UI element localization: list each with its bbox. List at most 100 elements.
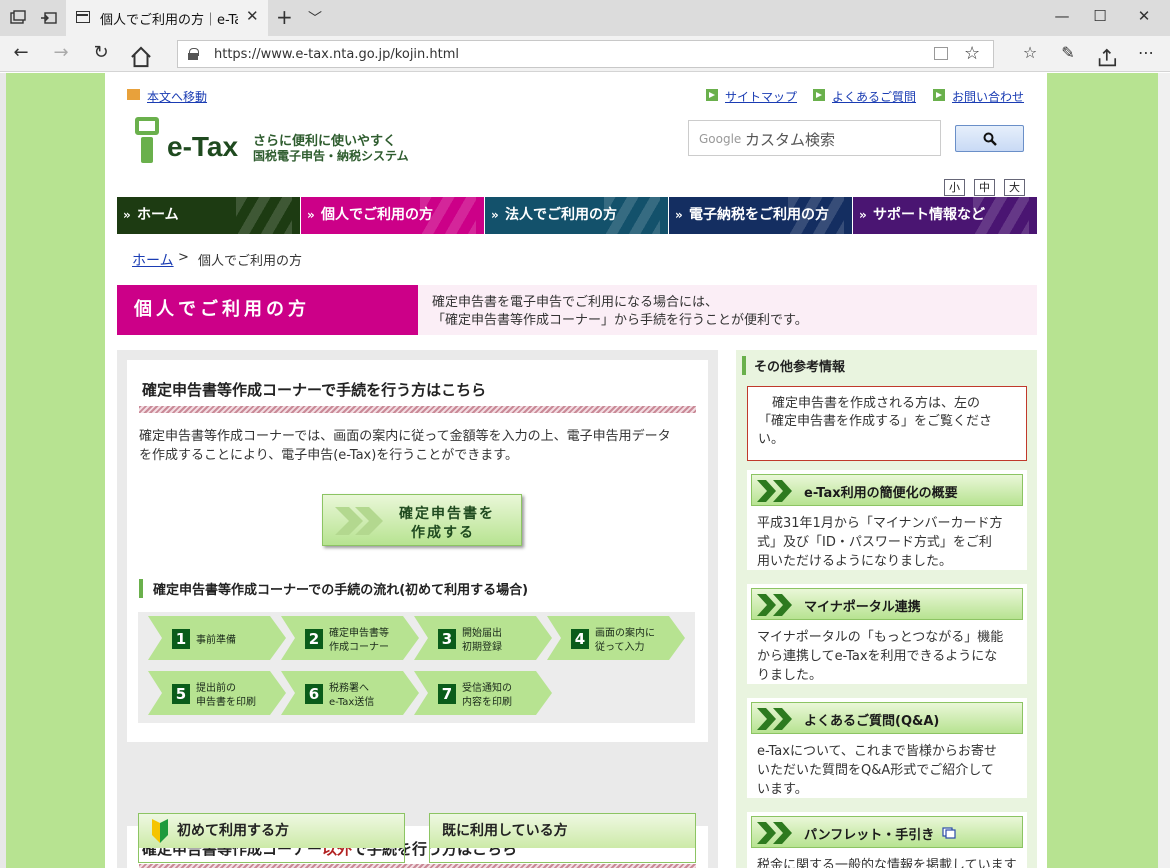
flow-step-4: 4 画面の案内に 従って入力 <box>547 616 685 660</box>
minimize-icon[interactable]: — <box>1050 7 1074 27</box>
chevron-icon: » <box>491 208 499 222</box>
etax-mascot-logo-icon[interactable] <box>135 117 159 163</box>
side-card-header[interactable]: e-Tax利用の簡便化の概要 <box>751 474 1023 506</box>
side-card-simplification[interactable]: e-Tax利用の簡便化の概要 平成31年1月から「マイナンバーカード方 式」及び「… <box>747 470 1027 570</box>
refresh-icon[interactable]: ↻ <box>88 42 114 66</box>
faq-arrow-icon <box>813 89 825 101</box>
main-panel: 確定申告書等作成コーナーで手続を行う方はこちら 確定申告書等作成コーナーでは、画… <box>117 350 718 868</box>
nav-home[interactable]: » ホーム <box>117 197 300 234</box>
side-card-description: 税金に関する一般的な情報を掲載しています <box>757 858 1017 868</box>
nav-nouzei[interactable]: » 電子納税をご利用の方 <box>669 197 852 234</box>
existing-users-box[interactable]: 既に利用している方 <box>429 813 696 863</box>
side-card-description: 平成31年1月から「マイナンバーカード方 式」及び「ID・パスワード方式」をご利用… <box>757 516 1003 569</box>
text-size-large-button[interactable]: 大 <box>1004 179 1025 196</box>
lock-icon[interactable] <box>188 48 199 60</box>
double-arrow-icon <box>757 480 792 502</box>
beginner-mark-icon <box>152 819 168 843</box>
breadcrumb-home-link[interactable]: ホーム <box>132 250 174 270</box>
card-sakusei-corner: 確定申告書等作成コーナーで手続を行う方はこちら 確定申告書等作成コーナーでは、画… <box>127 360 708 742</box>
nav-hojin-label: 法人でご利用の方 <box>505 207 617 223</box>
side-panel-title: その他参考情報 <box>742 356 845 375</box>
flow-step-2: 2 確定申告書等 作成コーナー <box>281 616 419 660</box>
side-card-header[interactable]: パンフレット・手引き <box>751 816 1023 848</box>
reading-view-icon[interactable] <box>934 47 948 60</box>
notice-box: 確定申告書を作成される方は、左の 「確定申告書を作成する」をご覧くださ い。 <box>747 386 1027 461</box>
existing-users-heading: 既に利用している方 <box>430 814 695 848</box>
tab-preview-chevron-icon[interactable]: ﹀ <box>308 8 322 28</box>
external-window-icon <box>942 827 956 839</box>
maximize-icon[interactable]: ☐ <box>1088 7 1112 27</box>
chevron-icon: » <box>859 208 867 222</box>
search-input[interactable]: Google カスタム検索 <box>688 120 941 156</box>
contact-link[interactable]: お問い合わせ <box>952 88 1024 105</box>
tab-close-icon[interactable]: ✕ <box>246 7 259 25</box>
search-button[interactable] <box>955 125 1024 152</box>
side-card-description: e-Taxについて、これまで皆様からお寄せ いただいた質問をQ&A形式でご紹介して… <box>757 744 997 797</box>
tab-title: 個人でご利用の方｜e-Tax <box>100 13 238 28</box>
side-panel: その他参考情報 確定申告書を作成される方は、左の 「確定申告書を作成する」をご覧… <box>736 350 1037 868</box>
flow-step-3: 3 開始届出 初期登録 <box>414 616 552 660</box>
page-content: 本文へ移動 サイトマップ よくあるご質問 お問い合わせ e-Tax さらに便利に… <box>105 73 1047 868</box>
side-card-header[interactable]: よくあるご質問(Q&A) <box>751 702 1023 734</box>
more-menu-icon[interactable]: ⋯ <box>1134 42 1158 66</box>
set-aside-tabs-icon[interactable] <box>40 9 58 27</box>
contact-arrow-icon <box>933 89 945 101</box>
sitemap-link[interactable]: サイトマップ <box>725 88 797 105</box>
scrollbar[interactable] <box>1158 73 1170 868</box>
flow-steps: 1 事前準備 2 確定申告書等 作成コーナー 3 開始届出 初期登録 4 画面の… <box>138 612 695 723</box>
side-card-header[interactable]: マイナポータル連携 <box>751 588 1023 620</box>
tab-manager-icon[interactable] <box>9 9 27 27</box>
chevron-icon: » <box>307 208 315 222</box>
logo-text[interactable]: e-Tax <box>167 131 238 163</box>
flow-step-7: 7 受信通知の 内容を印刷 <box>414 671 552 715</box>
create-return-button[interactable]: 確定申告書を 作成する <box>322 494 522 546</box>
flow-step-5: 5 提出前の 申告書を印刷 <box>148 671 286 715</box>
chevron-icon: » <box>675 208 683 222</box>
home-icon[interactable] <box>128 45 154 69</box>
first-time-users-box[interactable]: 初めて利用する方 <box>138 813 405 863</box>
nav-kojin[interactable]: » 個人でご利用の方 <box>301 197 484 234</box>
skip-link-icon <box>127 89 140 100</box>
text-size-medium-button[interactable]: 中 <box>974 179 995 196</box>
search-placeholder: カスタム検索 <box>745 131 836 149</box>
create-return-label: 作成する <box>411 525 475 541</box>
active-tab[interactable]: 個人でご利用の方｜e-Tax ✕ <box>66 0 268 36</box>
side-card-faq[interactable]: よくあるご質問(Q&A) e-Taxについて、これまで皆様からお寄せ いただいた質… <box>747 698 1027 798</box>
text-size-small-button[interactable]: 小 <box>944 179 965 196</box>
banner-description: 確定申告書を電子申告でご利用になる場合には、 <box>432 295 719 310</box>
faq-link[interactable]: よくあるご質問 <box>832 88 916 105</box>
address-bar[interactable]: https://www.e-tax.nta.go.jp/kojin.html ☆ <box>177 40 994 68</box>
card-description: 確定申告書等作成コーナーでは、画面の案内に従って金額等を入力の上、電子申告用デー… <box>139 429 671 463</box>
side-card-description: マイナポータルの「もっとつながる」機能 から連携してe-Taxを利用できるようにな… <box>757 630 1004 683</box>
flow-step-6: 6 税務署へ e-Tax送信 <box>281 671 419 715</box>
title-underline <box>139 406 696 413</box>
skip-to-content-link[interactable]: 本文へ移動 <box>147 88 207 105</box>
share-icon[interactable] <box>1096 45 1120 69</box>
favorite-star-icon[interactable]: ☆ <box>964 43 980 64</box>
nav-home-label: ホーム <box>137 207 179 223</box>
page-banner: 個人でご利用の方 確定申告書を電子申告でご利用になる場合には、 「確定申告書等作… <box>117 285 1037 335</box>
global-nav: » ホーム » 個人でご利用の方 » 法人でご利用の方 » 電子納税をご利用の方 » サポ… <box>117 197 1037 234</box>
browser-tab-bar: 個人でご利用の方｜e-Tax ✕ + ﹀ — ☐ ✕ <box>0 0 1170 36</box>
double-arrow-icon <box>757 594 792 616</box>
side-card-pamphlet[interactable]: パンフレット・手引き 税金に関する一般的な情報を掲載しています <box>747 812 1027 868</box>
side-card-mynaportal[interactable]: マイナポータル連携 マイナポータルの「もっとつながる」機能 から連携してe-Tax… <box>747 584 1027 684</box>
chevron-icon: » <box>123 208 131 222</box>
nav-support[interactable]: » サポート情報など <box>853 197 1037 234</box>
banner-description: 「確定申告書等作成コーナー」から手続を行うことが便利です。 <box>432 313 808 328</box>
pen-notes-icon[interactable]: ✎ <box>1056 42 1080 66</box>
favorites-list-icon[interactable]: ☆ <box>1018 42 1042 66</box>
page-title: 個人でご利用の方 <box>117 285 418 335</box>
first-time-users-heading: 初めて利用する方 <box>139 814 404 848</box>
search-icon <box>983 132 997 146</box>
forward-arrow-icon[interactable]: → <box>48 42 74 66</box>
url-text[interactable]: https://www.e-tax.nta.go.jp/kojin.html <box>214 47 459 62</box>
window-close-icon[interactable]: ✕ <box>1132 7 1156 27</box>
back-arrow-icon[interactable]: ← <box>8 42 34 66</box>
browser-toolbar: ← → ↻ https://www.e-tax.nta.go.jp/kojin.… <box>0 36 1170 72</box>
create-return-label: 確定申告書を <box>399 506 495 522</box>
nav-kojin-label: 個人でご利用の方 <box>321 207 433 223</box>
new-tab-plus-icon[interactable]: + <box>276 5 293 29</box>
logo-subtitle: 国税電子申告・納税システム <box>253 149 409 163</box>
nav-hojin[interactable]: » 法人でご利用の方 <box>485 197 668 234</box>
